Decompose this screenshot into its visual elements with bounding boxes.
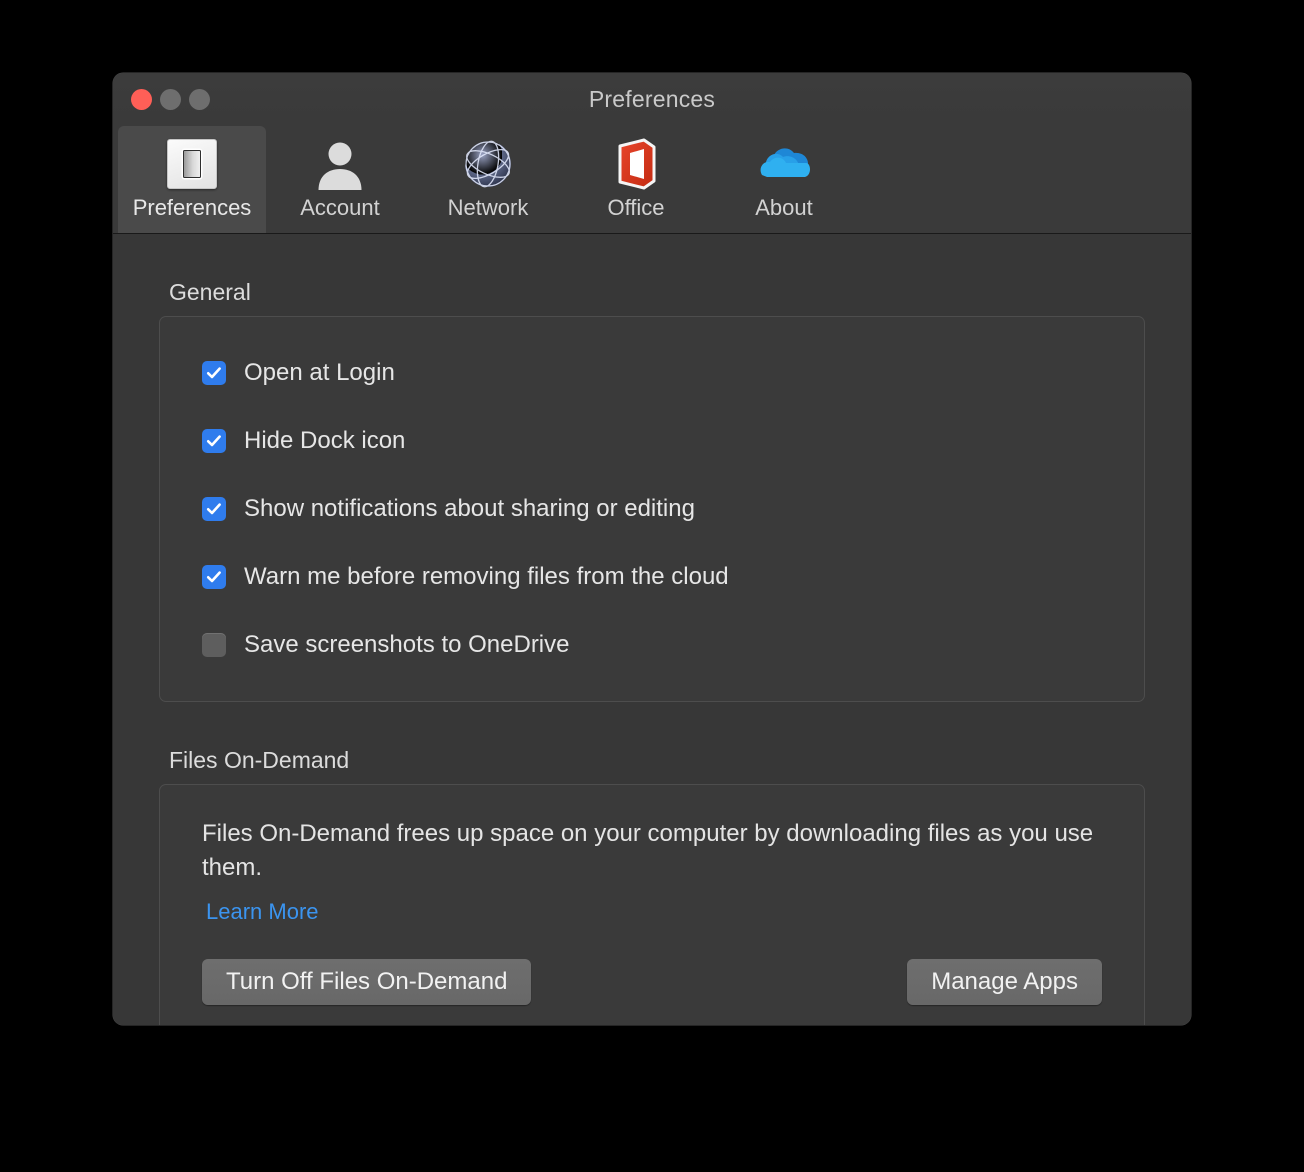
turn-off-files-on-demand-button[interactable]: Turn Off Files On-Demand bbox=[202, 959, 532, 1006]
tab-account[interactable]: Account bbox=[266, 126, 414, 233]
tab-office-label: Office bbox=[607, 195, 665, 220]
files-on-demand-section-title: Files On-Demand bbox=[169, 747, 350, 773]
checkbox-label-open-at-login: Open at Login bbox=[244, 359, 395, 386]
globe-icon bbox=[460, 136, 516, 192]
tab-account-label: Account bbox=[300, 195, 380, 220]
checkbox-open-at-login[interactable] bbox=[202, 361, 226, 385]
tab-about-label: About bbox=[755, 195, 813, 220]
checkbox-row-save-screenshots[interactable]: Save screenshots to OneDrive bbox=[160, 611, 1144, 679]
checkbox-save-screenshots[interactable] bbox=[202, 633, 226, 657]
general-section-title: General bbox=[169, 279, 251, 305]
tab-network[interactable]: Network bbox=[414, 126, 562, 233]
files-on-demand-group: Files On-Demand frees up space on your c… bbox=[159, 784, 1145, 1025]
checkbox-row-open-at-login[interactable]: Open at Login bbox=[160, 339, 1144, 407]
checkbox-hide-dock-icon[interactable] bbox=[202, 429, 226, 453]
office-door-icon bbox=[608, 136, 664, 192]
checkbox-label-show-notifications: Show notifications about sharing or edit… bbox=[244, 495, 695, 522]
tab-preferences[interactable]: Preferences bbox=[118, 126, 266, 233]
checkbox-row-warn-before-removing[interactable]: Warn me before removing files from the c… bbox=[160, 543, 1144, 611]
tab-about[interactable]: About bbox=[710, 126, 858, 233]
preferences-content: General Open at Login Hide Dock icon Sho… bbox=[113, 234, 1191, 1025]
checkbox-label-save-screenshots: Save screenshots to OneDrive bbox=[244, 631, 570, 658]
checkbox-label-warn-before-removing: Warn me before removing files from the c… bbox=[244, 563, 729, 590]
preferences-window: Preferences Preferences Account Network … bbox=[113, 73, 1191, 1025]
toolbar-tabs: Preferences Account Network Office About bbox=[113, 126, 1191, 234]
person-icon bbox=[312, 136, 368, 192]
checkbox-label-hide-dock-icon: Hide Dock icon bbox=[244, 427, 406, 454]
checkbox-show-notifications[interactable] bbox=[202, 497, 226, 521]
general-options-group: Open at Login Hide Dock icon Show notifi… bbox=[159, 316, 1145, 702]
tab-network-label: Network bbox=[447, 195, 529, 220]
manage-apps-button[interactable]: Manage Apps bbox=[907, 959, 1102, 1006]
window-titlebar: Preferences bbox=[113, 73, 1191, 126]
tab-office[interactable]: Office bbox=[562, 126, 710, 233]
files-on-demand-description: Files On-Demand frees up space on your c… bbox=[202, 820, 1094, 882]
files-on-demand-actions: Turn Off Files On-Demand Manage Apps bbox=[202, 959, 1102, 1006]
checkbox-warn-before-removing[interactable] bbox=[202, 565, 226, 589]
window-title: Preferences bbox=[588, 86, 716, 112]
checkbox-row-hide-dock-icon[interactable]: Hide Dock icon bbox=[160, 407, 1144, 475]
tab-preferences-label: Preferences bbox=[132, 195, 252, 220]
checkbox-row-show-notifications[interactable]: Show notifications about sharing or edit… bbox=[160, 475, 1144, 543]
onedrive-cloud-icon bbox=[756, 136, 812, 192]
learn-more-link[interactable]: Learn More bbox=[206, 899, 319, 925]
light-switch-icon bbox=[164, 136, 220, 192]
